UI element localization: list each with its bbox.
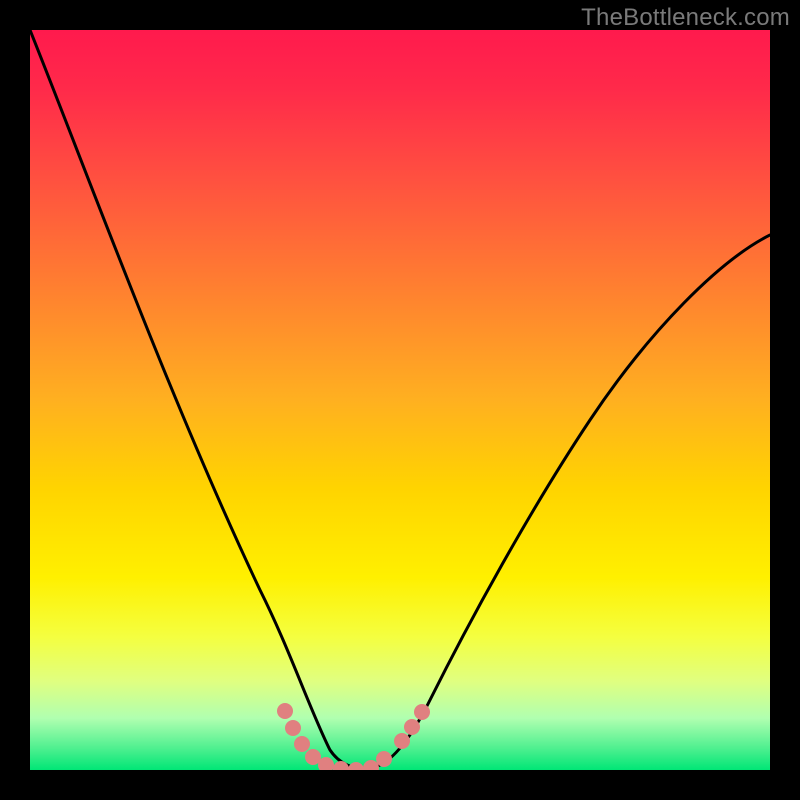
plot-svg (30, 30, 770, 770)
marker-dot (414, 704, 430, 720)
gradient-background (30, 30, 770, 770)
chart-frame: TheBottleneck.com (0, 0, 800, 800)
plot-area (30, 30, 770, 770)
marker-dot (285, 720, 301, 736)
marker-dot (294, 736, 310, 752)
watermark-text: TheBottleneck.com (581, 4, 790, 32)
marker-dot (394, 733, 410, 749)
marker-dot (277, 703, 293, 719)
marker-dot (404, 719, 420, 735)
marker-dot (376, 751, 392, 767)
